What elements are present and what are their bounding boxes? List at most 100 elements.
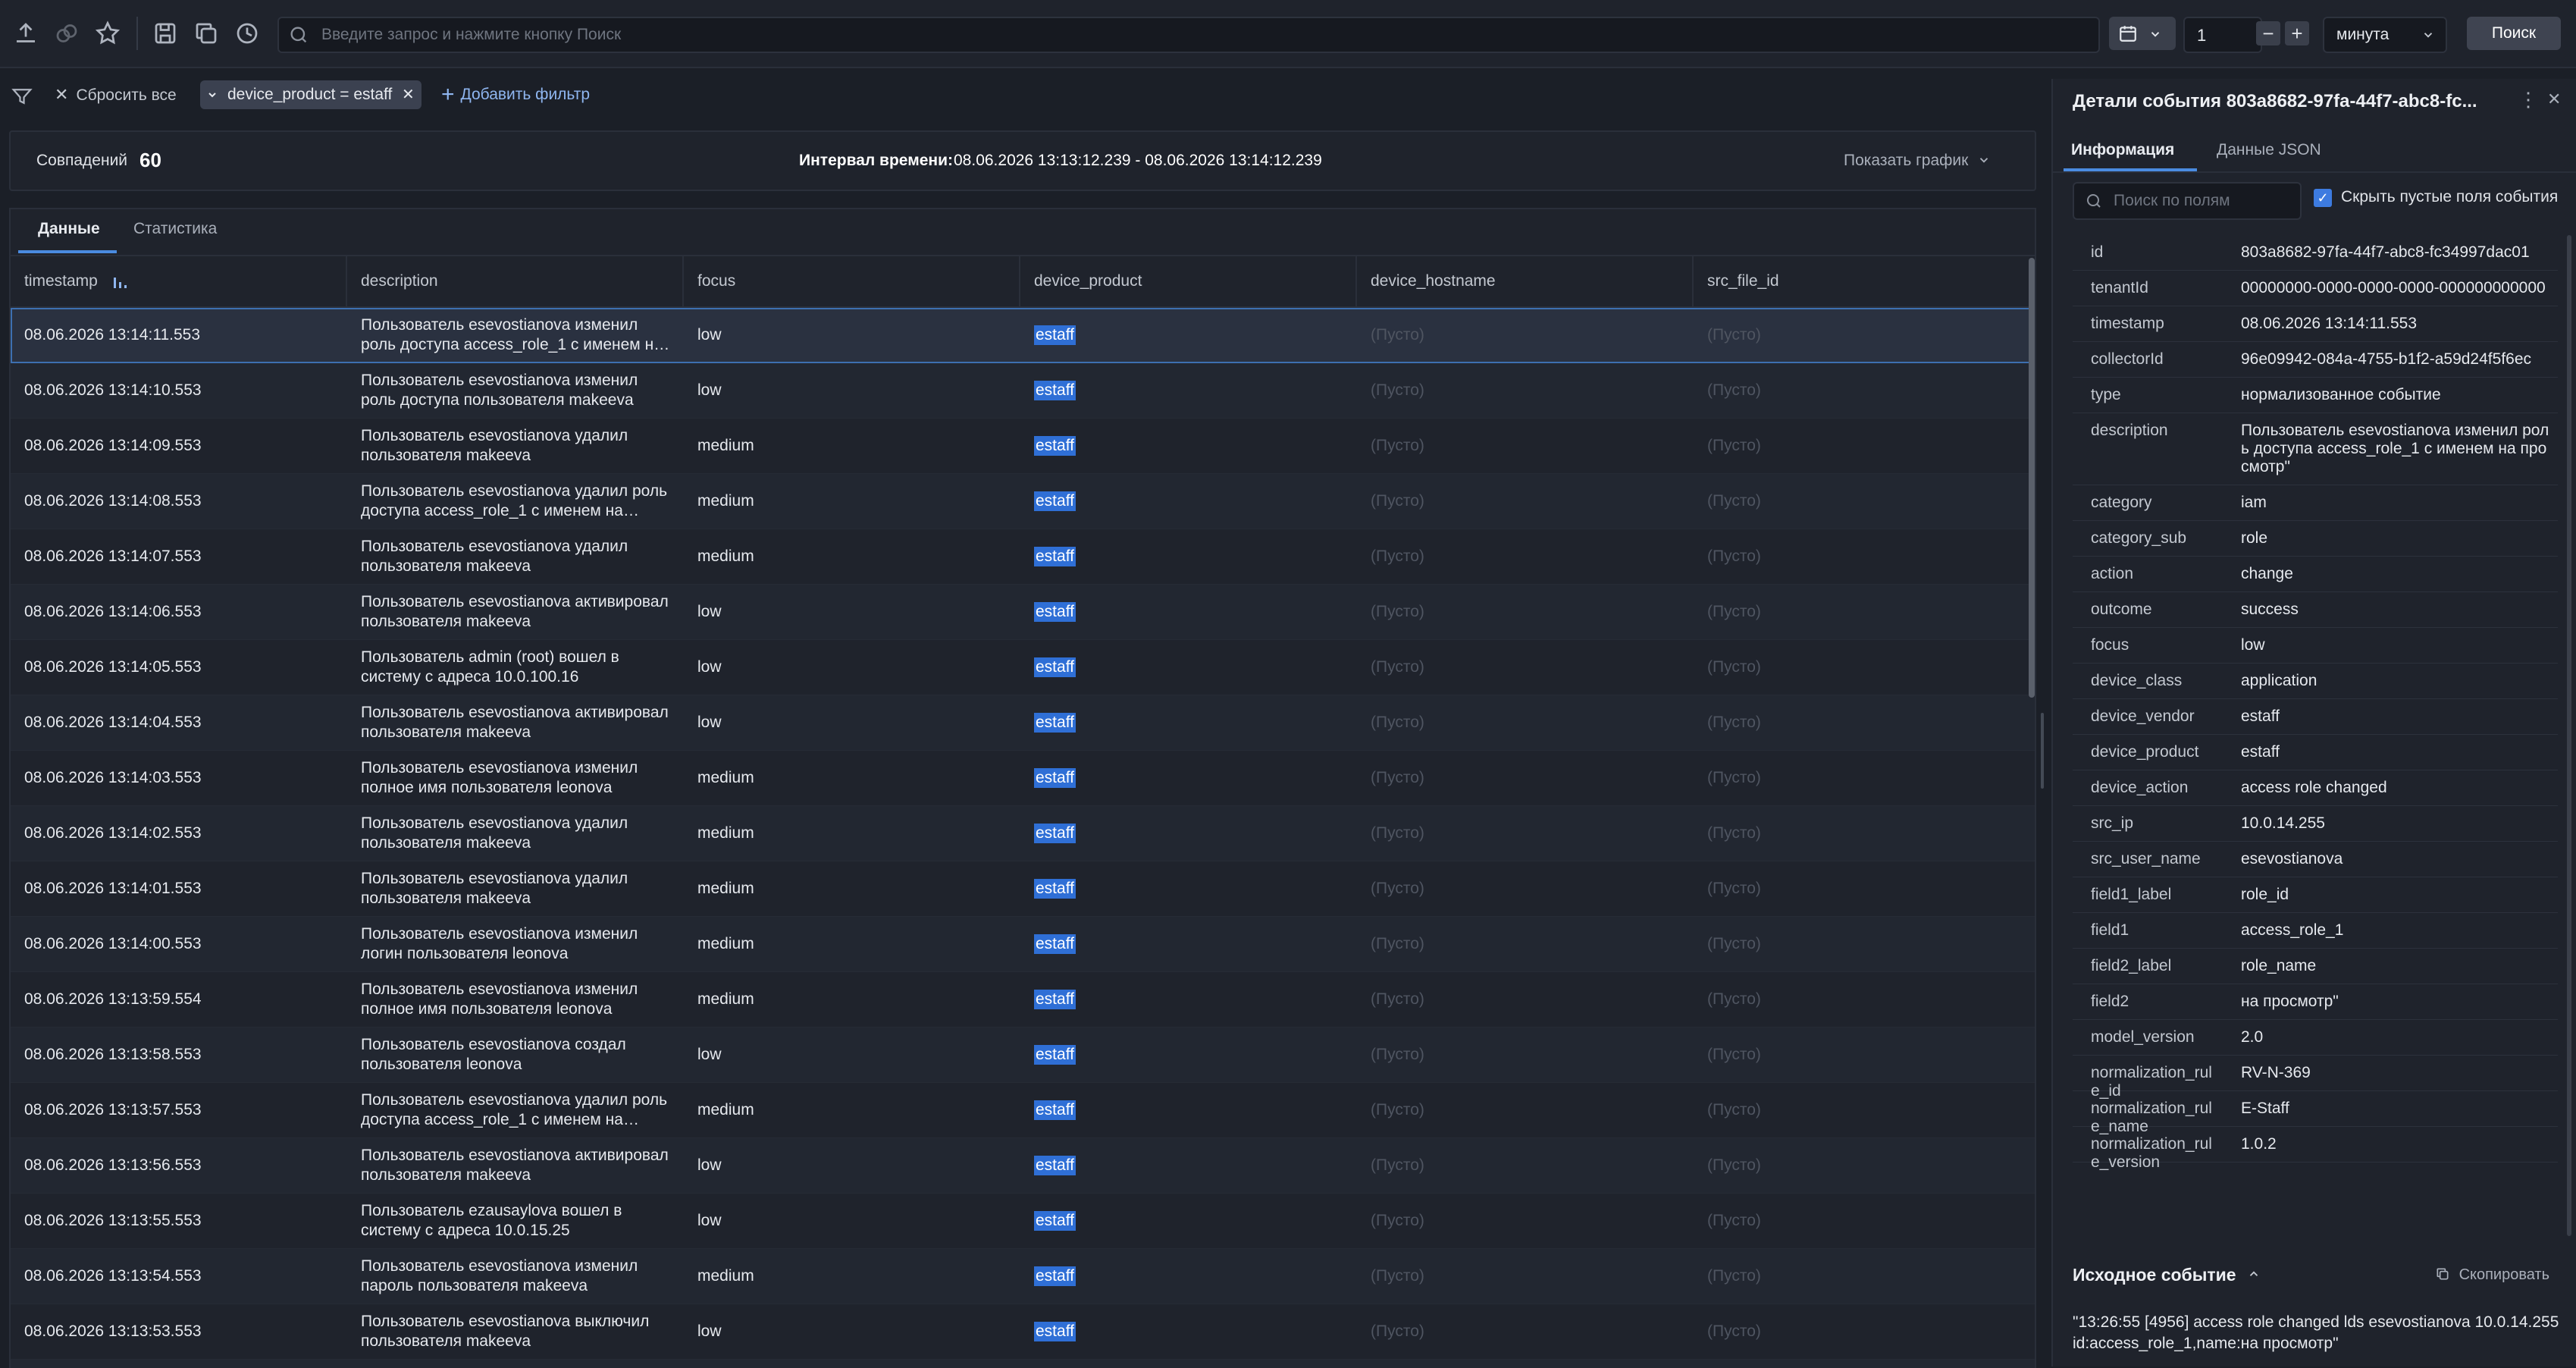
table-row[interactable]: 08.06.2026 13:14:03.553 Пользователь esev…	[11, 751, 2035, 806]
field-row[interactable]: field1 access_role_1	[2073, 913, 2558, 949]
field-row[interactable]: type нормализованное событие	[2073, 378, 2558, 413]
column-header-device-hostname[interactable]: device_hostname	[1357, 256, 1694, 306]
more-menu-icon[interactable]: ⋮	[2518, 88, 2538, 111]
table-row[interactable]: 08.06.2026 13:14:04.553 Пользователь esev…	[11, 695, 2035, 751]
field-row[interactable]: normalization_rule_version 1.0.2	[2073, 1127, 2558, 1171]
table-row[interactable]: 08.06.2026 13:14:10.553 Пользователь esev…	[11, 363, 2035, 419]
table-row[interactable]: 08.06.2026 13:14:07.553 Пользователь esev…	[11, 529, 2035, 585]
table-row[interactable]: 08.06.2026 13:13:59.554 Пользователь esev…	[11, 972, 2035, 1028]
field-key: field1	[2091, 921, 2129, 939]
column-header-device-product[interactable]: device_product	[1020, 256, 1357, 306]
table-row[interactable]: 08.06.2026 13:13:56.553 Пользователь esev…	[11, 1138, 2035, 1194]
tab-statistics[interactable]: Статистика	[133, 220, 217, 238]
field-row[interactable]: id 803a8682-97fa-44f7-abc8-fc34997dac01	[2073, 235, 2558, 271]
field-row[interactable]: category_sub role	[2073, 521, 2558, 557]
interval-label: Интервал времени:	[799, 152, 953, 169]
field-row[interactable]: field1_label role_id	[2073, 877, 2558, 913]
table-row[interactable]: 08.06.2026 13:14:09.553 Пользователь esev…	[11, 419, 2035, 474]
table-row[interactable]: 08.06.2026 13:13:58.553 Пользователь esev…	[11, 1028, 2035, 1083]
column-header-timestamp[interactable]: timestamp	[11, 256, 347, 306]
details-scrollbar[interactable]	[2567, 235, 2571, 1236]
cell-src-file-id: (Пусто)	[1707, 658, 1761, 676]
source-event-title[interactable]: Исходное событие	[2073, 1265, 2261, 1285]
close-icon[interactable]: ✕	[2547, 89, 2561, 109]
table-row[interactable]: 08.06.2026 13:13:57.553 Пользователь esev…	[11, 1083, 2035, 1138]
table-row[interactable]: 08.06.2026 13:13:53.553 Пользователь esev…	[11, 1304, 2035, 1360]
table-row[interactable]: 08.06.2026 13:14:08.553 Пользователь esev…	[11, 474, 2035, 529]
search-input[interactable]: Введите запрос и нажмите кнопку Поиск	[277, 17, 2100, 53]
tab-json[interactable]: Данные JSON	[2217, 141, 2321, 159]
table-row[interactable]: 08.06.2026 13:14:00.553 Пользователь esev…	[11, 917, 2035, 972]
field-row[interactable]: description Пользователь esevostianova из…	[2073, 413, 2558, 485]
field-row[interactable]: field2_label role_name	[2073, 949, 2558, 984]
star-icon[interactable]	[94, 20, 121, 47]
panel-resize-handle[interactable]	[2041, 713, 2044, 789]
field-row[interactable]: tenantId 00000000-0000-0000-0000-00000000…	[2073, 271, 2558, 306]
field-row[interactable]: src_user_name esevostianova	[2073, 842, 2558, 877]
field-row[interactable]: model_version 2.0	[2073, 1020, 2558, 1056]
tab-information[interactable]: Информация	[2071, 141, 2174, 159]
active-filter-chip[interactable]: device_product = estaff ✕	[200, 80, 421, 109]
table-row[interactable]: 08.06.2026 13:13:55.553 Пользователь ezau…	[11, 1194, 2035, 1249]
field-value: 2.0	[2241, 1028, 2264, 1046]
column-header-src-file-id[interactable]: src_file_id	[1694, 256, 2035, 306]
table-row[interactable]: 08.06.2026 13:13:54.553 Пользователь esev…	[11, 1249, 2035, 1304]
tab-data[interactable]: Данные	[38, 220, 100, 238]
field-row[interactable]: focus low	[2073, 628, 2558, 664]
cell-device-product: estaff	[1034, 436, 1076, 456]
unit-select[interactable]: минута	[2323, 17, 2447, 53]
search-button[interactable]: Поиск	[2467, 17, 2561, 50]
save-icon[interactable]	[152, 20, 179, 47]
cell-device-product: estaff	[1034, 602, 1076, 622]
remove-filter-icon[interactable]: ✕	[402, 80, 415, 109]
hide-empty-checkbox[interactable]: ✓ Скрыть пустые поля события	[2314, 188, 2558, 207]
increment-button[interactable]: +	[2285, 21, 2309, 45]
table-row[interactable]: 08.06.2026 13:14:05.553 Пользователь admi…	[11, 640, 2035, 695]
show-chart-button[interactable]: Показать график	[1844, 152, 1991, 170]
add-filter-button[interactable]: + Добавить фильтр	[441, 80, 590, 109]
cell-device-hostname: (Пусто)	[1371, 1046, 1424, 1063]
cell-device-product: estaff	[1034, 547, 1076, 566]
field-row[interactable]: category iam	[2073, 485, 2558, 521]
field-row[interactable]: normalization_rule_id RV-N-369	[2073, 1056, 2558, 1100]
field-row[interactable]: action change	[2073, 557, 2558, 592]
export-icon[interactable]	[12, 20, 39, 47]
field-row[interactable]: device_action access role changed	[2073, 770, 2558, 806]
close-icon: ✕	[55, 85, 69, 104]
field-row[interactable]: collectorId 96e09942-084a-4755-b1f2-a59d2…	[2073, 342, 2558, 378]
link-icon[interactable]	[53, 20, 80, 47]
cell-device-hostname: (Пусто)	[1371, 824, 1424, 842]
table-scrollbar[interactable]	[2029, 258, 2035, 698]
table-row[interactable]: 08.06.2026 13:14:02.553 Пользователь esev…	[11, 806, 2035, 861]
history-icon[interactable]	[233, 20, 261, 47]
field-search-input[interactable]: Поиск по полям	[2073, 182, 2302, 220]
copy-button[interactable]: Скопировать	[2435, 1266, 2549, 1284]
copy-icon[interactable]	[193, 20, 220, 47]
toolbar-divider	[136, 17, 138, 50]
cell-device-hostname: (Пусто)	[1371, 437, 1424, 454]
table-row[interactable]: 08.06.2026 13:14:01.553 Пользователь esev…	[11, 861, 2035, 917]
cell-device-hostname: (Пусто)	[1371, 1156, 1424, 1174]
cell-src-file-id: (Пусто)	[1707, 492, 1761, 510]
column-header-focus[interactable]: focus	[684, 256, 1020, 306]
table-row[interactable]: 08.06.2026 13:14:06.553 Пользователь esev…	[11, 585, 2035, 640]
field-row[interactable]: device_product estaff	[2073, 735, 2558, 770]
search-placeholder: Введите запрос и нажмите кнопку Поиск	[321, 26, 622, 43]
field-row[interactable]: src_ip 10.0.14.255	[2073, 806, 2558, 842]
reset-all-button[interactable]: ✕ Сбросить все	[55, 80, 177, 109]
cell-focus: medium	[697, 990, 754, 1008]
field-row[interactable]: timestamp 08.06.2026 13:14:11.553	[2073, 306, 2558, 342]
calendar-button[interactable]	[2109, 17, 2176, 50]
field-row[interactable]: device_vendor estaff	[2073, 699, 2558, 735]
filter-icon[interactable]	[11, 85, 33, 108]
table-row[interactable]: 08.06.2026 13:14:11.553 Пользователь esev…	[11, 308, 2035, 363]
unit-value: минута	[2336, 26, 2390, 43]
field-row[interactable]: outcome success	[2073, 592, 2558, 628]
column-header-description[interactable]: description	[347, 256, 684, 306]
table-row[interactable]: Пользователь esevostianova изменил	[11, 1360, 2035, 1368]
field-row[interactable]: normalization_rule_name E-Staff	[2073, 1091, 2558, 1135]
field-row[interactable]: device_class application	[2073, 664, 2558, 699]
decrement-button[interactable]: −	[2256, 21, 2280, 45]
interval-value-input[interactable]: 1	[2183, 17, 2262, 53]
field-row[interactable]: field2 на просмотр"	[2073, 984, 2558, 1020]
